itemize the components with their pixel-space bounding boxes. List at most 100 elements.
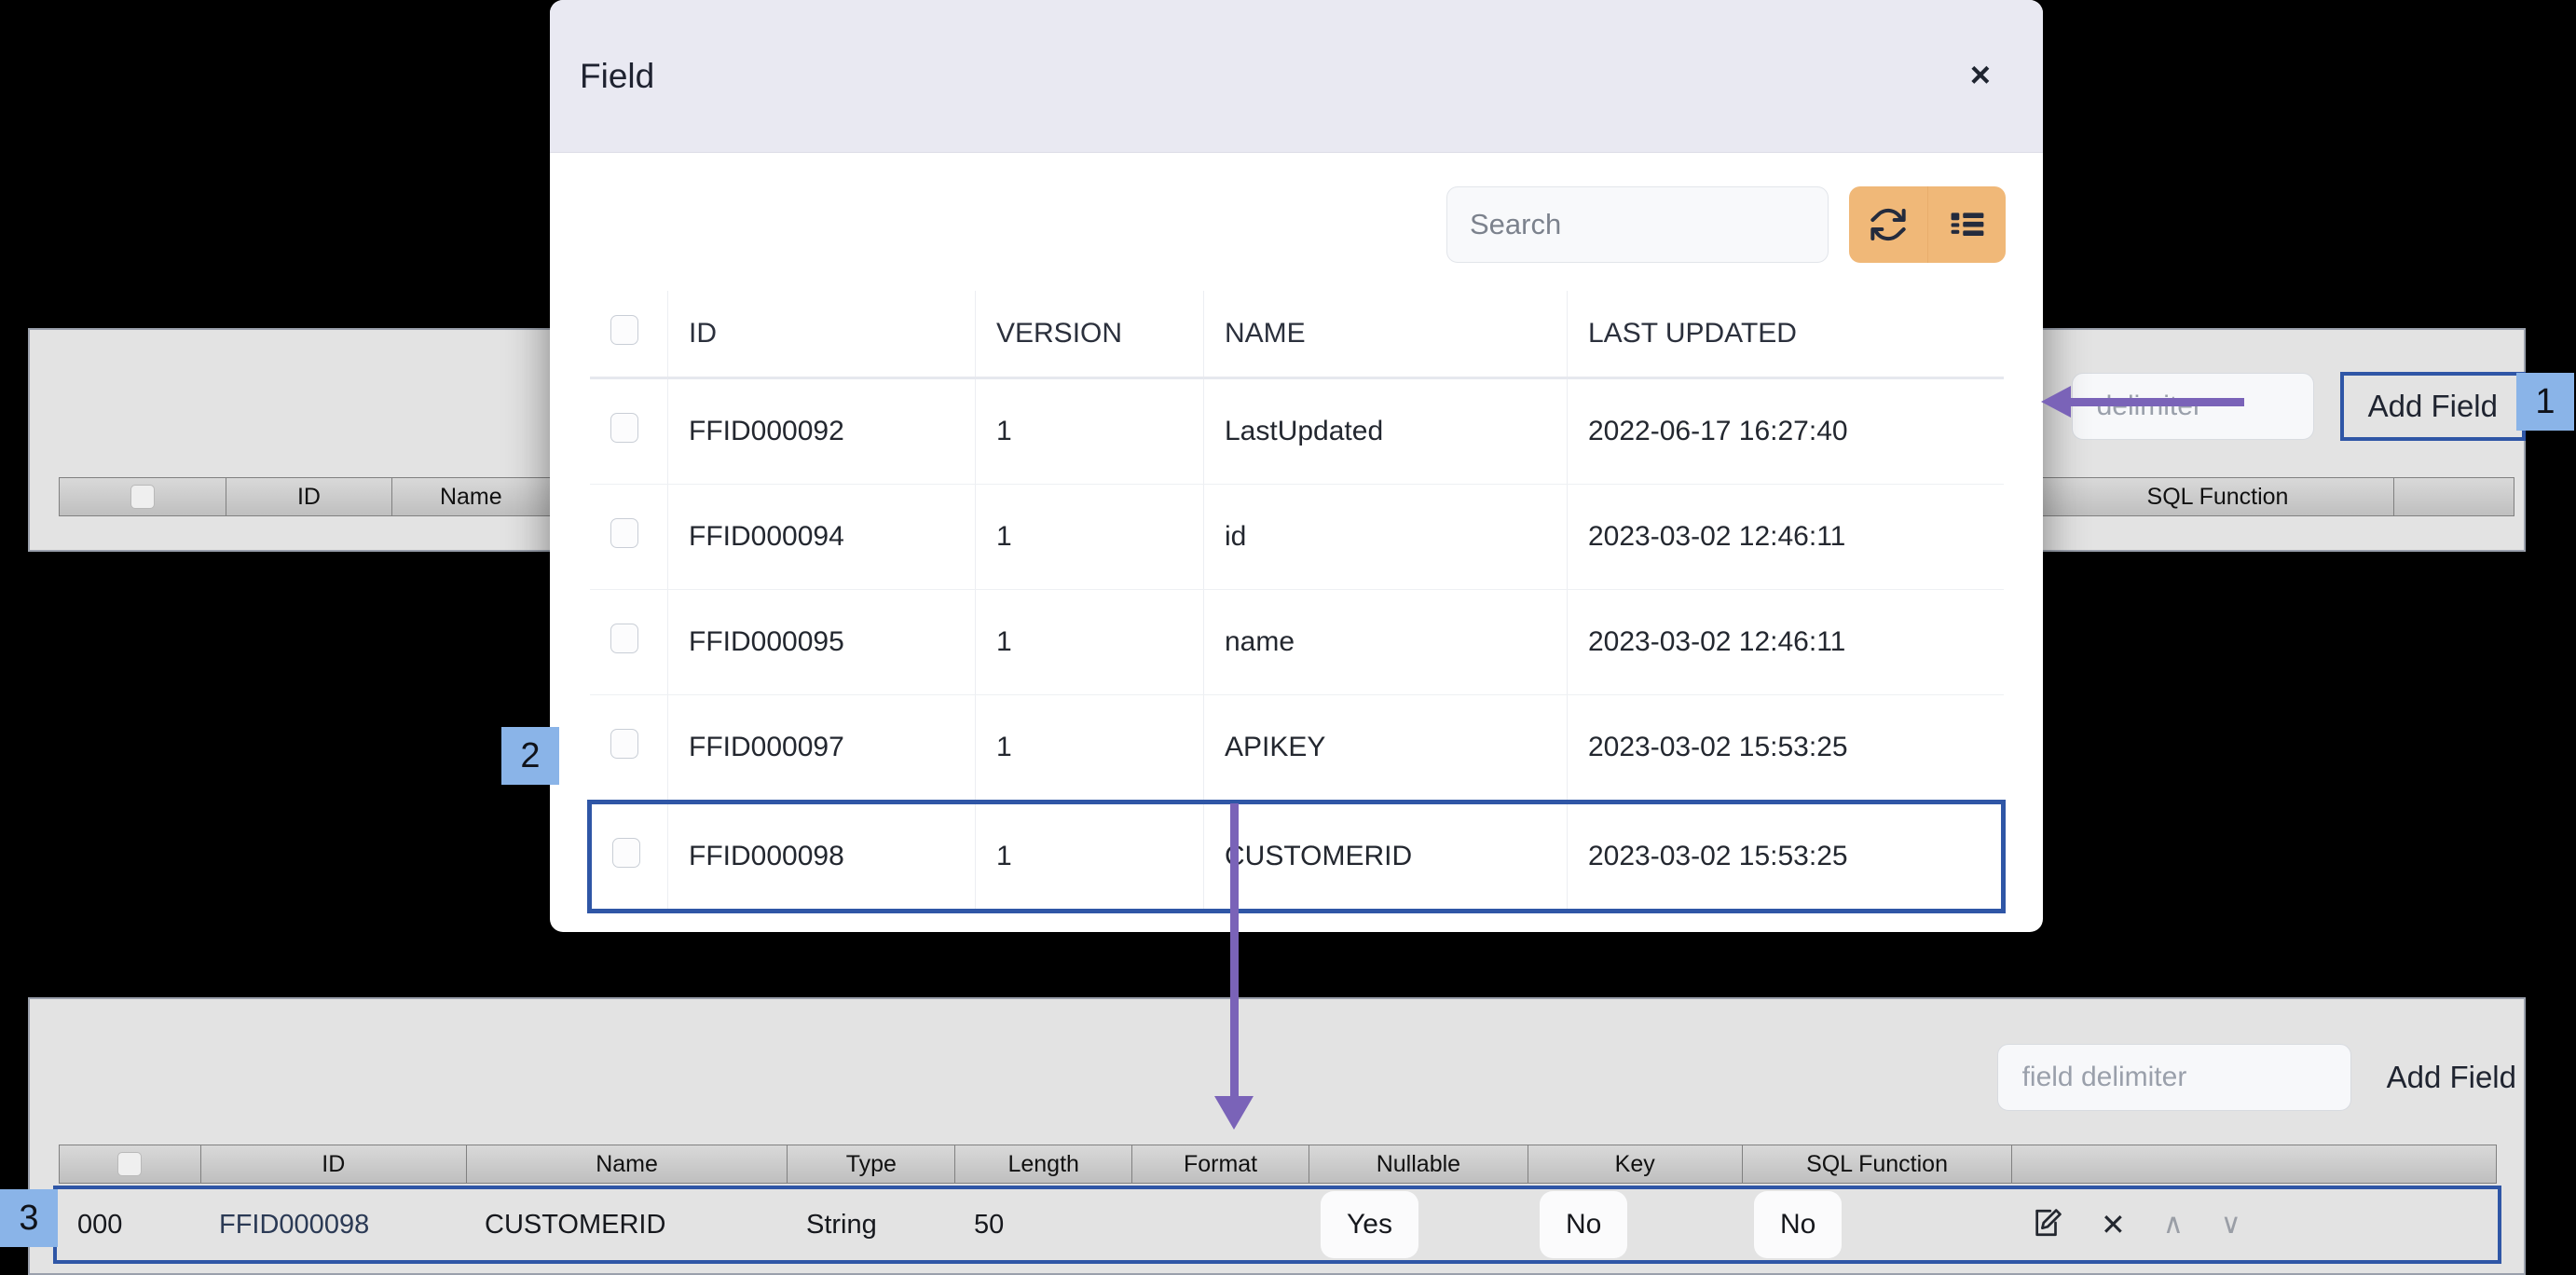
annotation-marker-2: 2: [501, 727, 559, 785]
grid-header-actions: [2012, 1145, 2496, 1183]
row-id: FFID000097: [668, 695, 976, 802]
field-nullable-value[interactable]: Yes: [1321, 1191, 1418, 1258]
field-table-header-row: ID VERSION NAME LAST UPDATED: [590, 291, 2004, 378]
field-modal: Field ×: [550, 0, 2043, 932]
field-table-body: FFID000092 1 LastUpdated 2022-06-17 16:2…: [590, 378, 2004, 912]
top-delimiter-placeholder: delimiter: [2097, 391, 2202, 422]
add-field-button-bottom-label: Add Field: [2387, 1060, 2516, 1094]
header-name[interactable]: NAME: [1204, 291, 1568, 378]
grid-header-sql-function: SQL Function: [1743, 1145, 2013, 1183]
grid-header-nullable: Nullable: [1309, 1145, 1528, 1183]
row-last-updated: 2023-03-02 15:53:25: [1568, 695, 2004, 802]
row-last-updated: 2023-03-02 12:46:11: [1568, 590, 2004, 695]
row-last-updated: 2023-03-02 15:53:25: [1568, 802, 2004, 912]
refresh-icon[interactable]: [1849, 186, 1927, 263]
field-table: ID VERSION NAME LAST UPDATED FFID000092 …: [587, 291, 2006, 913]
table-row[interactable]: FFID000092 1 LastUpdated 2022-06-17 16:2…: [590, 378, 2004, 485]
grid-header-id: ID: [226, 478, 391, 515]
top-delimiter-input[interactable]: delimiter: [2072, 373, 2314, 440]
grid-header-name: Name: [392, 478, 550, 515]
annotation-arrow-1-line: [2067, 398, 2244, 406]
row-version: 1: [976, 378, 1204, 485]
field-sql-function-cell: No: [1741, 1189, 2011, 1260]
annotation-marker-1: 1: [2516, 373, 2574, 431]
add-field-button-bottom[interactable]: Add Field: [2377, 1056, 2526, 1099]
add-field-button-top-label: Add Field: [2368, 389, 2498, 423]
row-version: 1: [976, 802, 1204, 912]
move-down-icon[interactable]: ∨: [2221, 1211, 2241, 1239]
row-name: CUSTOMERID: [1204, 802, 1568, 912]
row-checkbox[interactable]: [610, 624, 638, 653]
top-panel-toolbar: delimiter Add Field: [2004, 363, 2526, 449]
field-table-head: ID VERSION NAME LAST UPDATED: [590, 291, 2004, 378]
select-all-checkbox[interactable]: [117, 1152, 142, 1176]
row-checkbox[interactable]: [612, 838, 640, 868]
row-checkbox-cell: [590, 695, 668, 802]
field-delimiter-placeholder: field delimiter: [2022, 1062, 2187, 1093]
row-name: APIKEY: [1204, 695, 1568, 802]
field-length: 50: [953, 1189, 1130, 1260]
grid-header-id: ID: [201, 1145, 467, 1183]
close-icon[interactable]: ×: [1970, 56, 1991, 96]
header-last-updated[interactable]: LAST UPDATED: [1568, 291, 2004, 378]
modal-search-bar: [587, 186, 2006, 263]
row-version: 1: [976, 695, 1204, 802]
delete-icon[interactable]: ✕: [2101, 1210, 2126, 1240]
table-tools-group: [1849, 186, 2006, 263]
row-checkbox-cell: [590, 590, 668, 695]
select-all-checkbox[interactable]: [130, 485, 155, 509]
search-input[interactable]: [1446, 186, 1829, 263]
bottom-panel-toolbar: field delimiter Add Field: [1911, 1035, 2526, 1120]
row-id: FFID000098: [668, 802, 976, 912]
row-version: 1: [976, 590, 1204, 695]
row-name: name: [1204, 590, 1568, 695]
select-all-checkbox[interactable]: [610, 315, 638, 345]
header-select-all: [590, 291, 668, 378]
add-field-button-top[interactable]: Add Field: [2340, 372, 2526, 441]
grid-header-length: Length: [955, 1145, 1132, 1183]
modal-title: Field: [580, 57, 654, 96]
annotation-marker-3: 3: [0, 1189, 58, 1247]
table-row[interactable]: FFID000094 1 id 2023-03-02 12:46:11: [590, 485, 2004, 590]
row-id: FFID000095: [668, 590, 976, 695]
header-id[interactable]: ID: [668, 291, 976, 378]
grid-header-checkbox-cell: [60, 478, 226, 515]
edit-icon[interactable]: [2032, 1207, 2063, 1243]
modal-header: Field ×: [550, 0, 2043, 153]
table-row-selected[interactable]: FFID000098 1 CUSTOMERID 2023-03-02 15:53…: [590, 802, 2004, 912]
row-last-updated: 2022-06-17 16:27:40: [1568, 378, 2004, 485]
move-up-icon[interactable]: ∧: [2163, 1211, 2184, 1239]
header-version[interactable]: VERSION: [976, 291, 1204, 378]
field-detail-row[interactable]: 000 FFID000098 CUSTOMERID String 50 Yes …: [53, 1186, 2501, 1264]
annotation-arrow-2-head: [1214, 1096, 1254, 1130]
columns-icon[interactable]: [1927, 186, 2006, 263]
row-checkbox-cell: [590, 378, 668, 485]
screenshot-root: ID Name SQL Function delimiter Add Field…: [0, 0, 2576, 1275]
top-panel-grid-header-right: SQL Function: [2041, 477, 2514, 516]
row-checkbox[interactable]: [610, 413, 638, 443]
row-checkbox[interactable]: [610, 729, 638, 759]
field-format: [1130, 1189, 1308, 1260]
field-delimiter-input[interactable]: field delimiter: [1997, 1044, 2351, 1111]
grid-header-sql-function: SQL Function: [2042, 478, 2394, 515]
table-row[interactable]: FFID000097 1 APIKEY 2023-03-02 15:53:25: [590, 695, 2004, 802]
field-type: String: [786, 1189, 953, 1260]
field-id[interactable]: FFID000098: [199, 1189, 464, 1260]
field-row-actions: ✕ ∧ ∨: [2011, 1189, 2477, 1260]
field-seq: 000: [57, 1189, 199, 1260]
grid-header-key: Key: [1528, 1145, 1743, 1183]
row-checkbox-cell: [590, 802, 668, 912]
row-last-updated: 2023-03-02 12:46:11: [1568, 485, 2004, 590]
row-id: FFID000094: [668, 485, 976, 590]
field-key-cell: No: [1527, 1189, 1741, 1260]
modal-body: ID VERSION NAME LAST UPDATED FFID000092 …: [550, 153, 2043, 913]
row-checkbox[interactable]: [610, 518, 638, 548]
table-row[interactable]: FFID000095 1 name 2023-03-02 12:46:11: [590, 590, 2004, 695]
field-nullable-cell: Yes: [1308, 1189, 1527, 1260]
row-name: id: [1204, 485, 1568, 590]
field-sql-function-value[interactable]: No: [1754, 1191, 1842, 1258]
grid-header-format: Format: [1132, 1145, 1309, 1183]
row-name: LastUpdated: [1204, 378, 1568, 485]
grid-header-checkbox-cell: [60, 1145, 201, 1183]
field-key-value[interactable]: No: [1540, 1191, 1627, 1258]
